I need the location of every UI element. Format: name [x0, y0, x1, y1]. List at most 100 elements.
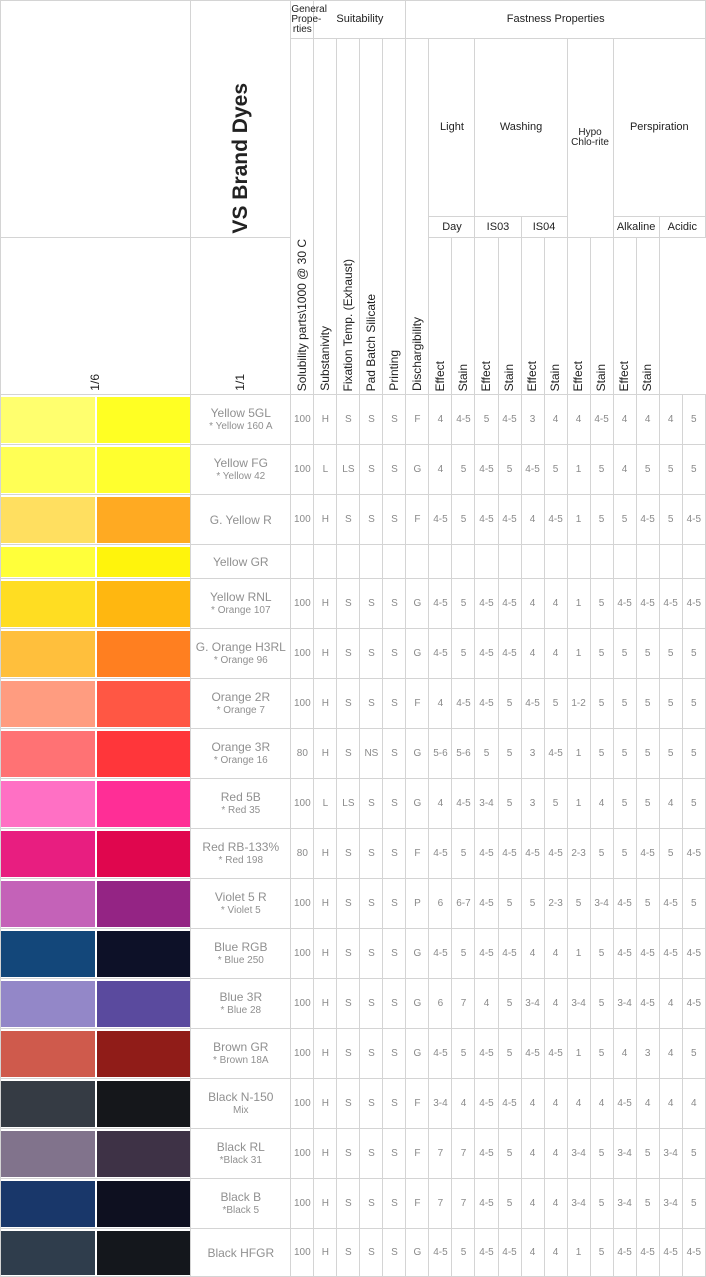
value-cell: 4 [451, 1078, 476, 1129]
swatch-dark-shade [96, 830, 191, 877]
col-hypo-stain: Stain [543, 237, 568, 395]
value-cell: 4-5 [635, 828, 660, 879]
value-cell: H [313, 1128, 338, 1179]
value-cell: 6 [428, 878, 453, 929]
value-cell: 5 [658, 628, 683, 679]
value-cell: 3-4 [428, 1078, 453, 1129]
value-cell: 5 [451, 928, 476, 979]
value-cell: 4 [681, 1078, 706, 1129]
value-cell: 4 [566, 394, 591, 445]
value-cell [359, 544, 384, 579]
swatch-dark-shade [96, 446, 191, 493]
value-cell: 5 [681, 728, 706, 779]
value-cell [681, 544, 706, 579]
dye-ci-name: Mix [233, 1105, 249, 1116]
table-row: Brown GR * Brown 18A 100 H S S S G 4-5 5 4-5 5 4-5 4-… [0, 1028, 706, 1079]
value-cell: S [336, 1028, 361, 1079]
value-cell: 5 [497, 1128, 522, 1179]
value-cell: S [336, 728, 361, 779]
value-cell: 4-5 [612, 1228, 637, 1277]
value-cell [474, 544, 499, 579]
value-cell [336, 544, 361, 579]
value-cell: 80 [290, 828, 315, 879]
value-cell: 5 [589, 978, 614, 1029]
value-cell: 100 [290, 1028, 315, 1079]
value-cell: 5 [497, 1178, 522, 1229]
header-corner-cell [0, 0, 192, 238]
value-cell: 5 [635, 628, 660, 679]
value-cell: G [405, 928, 430, 979]
value-cell: 5 [543, 778, 568, 829]
value-cell: 4 [543, 394, 568, 445]
value-cell: 4 [520, 1178, 545, 1229]
value-cell: 4-5 [681, 1228, 706, 1277]
table-row: Black HFGR 100 H S S S G 4-5 5 4-5 4-5 4 4 1 5 4-5 4-5 4-… [0, 1228, 706, 1277]
value-cell: S [359, 978, 384, 1029]
value-cell: 5 [635, 1178, 660, 1229]
dye-ci-name: * Violet 5 [220, 905, 261, 916]
value-cell: 3-4 [566, 1128, 591, 1179]
value-cell: 4 [543, 978, 568, 1029]
col-iso4-effect: Effect [474, 237, 499, 395]
dye-ci-name: * Blue 250 [217, 955, 264, 966]
dye-ci-name: * Orange 96 [213, 655, 268, 666]
value-cell: 4 [520, 928, 545, 979]
value-cell: 4-5 [635, 978, 660, 1029]
value-cell: G [405, 978, 430, 1029]
value-cell: 4-5 [474, 1078, 499, 1129]
value-cell: 4 [635, 1078, 660, 1129]
value-cell: 5 [474, 394, 499, 445]
subgroup-perspiration: Perspiration [612, 38, 706, 217]
value-cell: 4 [612, 394, 637, 445]
color-swatch-cell [0, 878, 192, 929]
value-cell: 4 [520, 1228, 545, 1277]
swatch-dark-shade [96, 1180, 191, 1227]
value-cell: 4-5 [635, 928, 660, 979]
value-cell: 3-4 [589, 878, 614, 929]
swatch-dark-shade [96, 730, 191, 777]
value-cell: G [405, 728, 430, 779]
table-row: Violet 5 R * Violet 5 100 H S S S P 6 6-7 4-5 5 5 2-3… [0, 878, 706, 929]
value-cell: 4 [543, 628, 568, 679]
value-cell: 4-5 [658, 578, 683, 629]
value-cell: S [336, 678, 361, 729]
value-cell: 4-5 [635, 1228, 660, 1277]
value-cell: 3 [635, 1028, 660, 1079]
table-row: Orange 2R * Orange 7 100 H S S S F 4 4-5 4-5 5 4-5 5 1… [0, 678, 706, 729]
value-cell: 100 [290, 978, 315, 1029]
value-cell: 4-5 [543, 728, 568, 779]
value-cell: S [359, 828, 384, 879]
value-cell: 5 [589, 828, 614, 879]
value-cell: 4 [543, 1178, 568, 1229]
value-cell [635, 544, 660, 579]
brand-title-cell: VS Brand Dyes [190, 0, 292, 238]
swatch-light-shade [1, 1130, 95, 1177]
value-cell: 4-5 [474, 1228, 499, 1277]
dye-name: Violet 5 R [214, 890, 267, 904]
value-cell: 4 [658, 1028, 683, 1079]
value-cell: LS [336, 778, 361, 829]
value-cell: S [382, 1128, 407, 1179]
value-cell: 4-5 [474, 678, 499, 729]
value-cell: 4 [428, 394, 453, 445]
value-cell: 5-6 [451, 728, 476, 779]
value-cell: 5 [520, 878, 545, 929]
value-cell: 5 [589, 578, 614, 629]
value-cell: 6 [428, 978, 453, 1029]
value-cell: S [336, 878, 361, 929]
value-cell: 80 [290, 728, 315, 779]
dye-name: Orange 2R [211, 690, 271, 704]
dye-name-cell: Yellow GR [190, 544, 292, 579]
value-cell: 5 [589, 444, 614, 495]
swatch-light-shade [1, 1180, 95, 1227]
value-cell: 5 [635, 678, 660, 729]
value-cell: 2-3 [566, 828, 591, 879]
value-cell: 5 [589, 928, 614, 979]
value-cell: 5 [451, 494, 476, 545]
value-cell: S [336, 578, 361, 629]
value-cell: 5 [451, 444, 476, 495]
color-swatch-cell [0, 1128, 192, 1179]
value-cell: 5 [589, 678, 614, 729]
value-cell: S [336, 928, 361, 979]
value-cell: S [382, 828, 407, 879]
